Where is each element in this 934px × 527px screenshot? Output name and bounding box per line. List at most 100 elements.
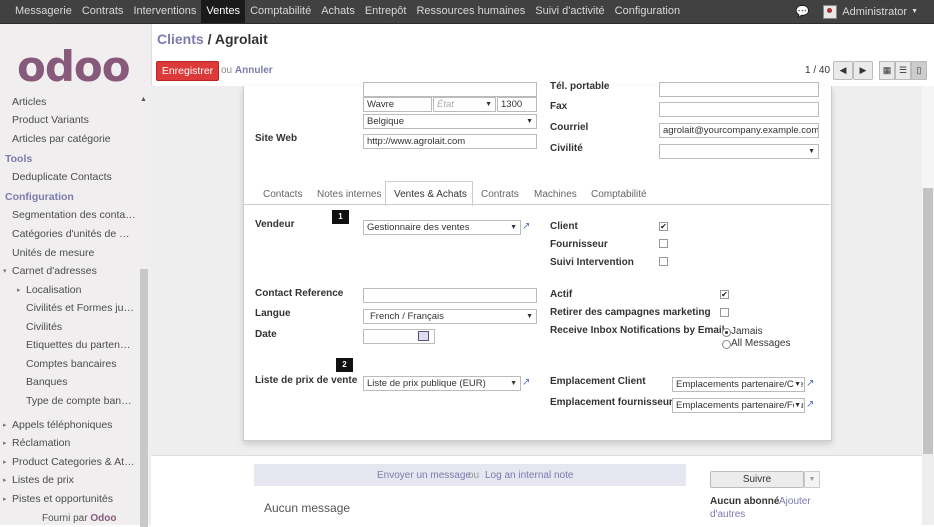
language-label: Langue [255,308,291,319]
follow-button[interactable]: Suivre [710,471,804,488]
country-field[interactable]: Belgique ▼ [363,114,537,129]
external-link-icon[interactable]: ↗ [522,222,533,232]
prev-record-button[interactable]: ◀ [833,61,853,80]
top-menu-item[interactable]: Suivi d'activité [530,0,609,23]
sidebar-item[interactable]: Articles [12,96,136,108]
customer-location-field[interactable]: Emplacements partenaire/Clients ▼ [672,377,805,392]
external-link-icon[interactable]: ↗ [522,378,533,388]
tab-item[interactable]: Notes internes [317,189,381,200]
save-button[interactable]: Enregistrer [156,61,219,81]
sidebar-item[interactable]: Product Categories & Attributes [12,456,136,468]
tab-item[interactable]: Machines [534,189,577,200]
sidebar-item[interactable]: Réclamation [12,437,136,449]
supplier-location-field[interactable]: Emplacements partenaire/Fournisseurs▼ [672,398,805,413]
external-link-icon[interactable]: ↗ [806,379,817,389]
caret-right-icon[interactable]: ▸ [3,421,7,429]
sidebar-item[interactable]: Pistes et opportunités [12,493,136,505]
tab-item[interactable]: Contrats [481,189,519,200]
sidebar-item[interactable]: Unités de mesure [12,247,136,259]
sidebar-item[interactable]: Civilités [26,321,136,333]
caret-right-icon[interactable]: ▸ [17,286,21,294]
caret-down-icon[interactable]: ▾ [3,267,7,275]
chevron-down-icon: ▼ [485,101,492,108]
salesperson-field[interactable]: Gestionnaire des ventes ▼ [363,220,521,235]
radio-never[interactable] [722,328,731,337]
user-name[interactable]: Administrator [842,6,907,18]
sidebar-item[interactable]: Comptes bancaires [26,358,136,370]
pricelist-value: Liste de prix publique (EUR) [367,378,486,389]
sidebar-item[interactable]: Etiquettes du partenaire [26,339,136,351]
email-field[interactable]: agrolait@yourcompany.example.com [659,123,819,138]
tab-item[interactable]: Contacts [263,189,302,200]
top-menu-item[interactable]: Ressources humaines [411,0,530,23]
caret-right-icon[interactable]: ▸ [3,495,7,503]
follow-dropdown-button[interactable]: ▼ [804,471,820,488]
street2-field[interactable] [363,82,537,97]
caret-right-icon[interactable]: ▸ [3,458,7,466]
sidebar-item[interactable]: Civilités et Formes juridiques [26,302,136,314]
send-message-link[interactable]: Envoyer un message [377,470,471,481]
zip-field[interactable]: 1300 [497,97,537,112]
intervention-checkbox[interactable] [659,257,668,266]
supplier-label: Fournisseur [550,239,608,250]
main-scrollbar-thumb[interactable] [923,188,933,454]
radio-all-messages[interactable] [722,340,731,349]
sidebar-scrollbar[interactable] [140,269,148,527]
sidebar-item[interactable]: Articles par catégorie [12,133,136,145]
opt-out-checkbox[interactable] [720,308,729,317]
calendar-icon[interactable] [418,331,429,341]
tab-item[interactable]: Comptabilité [591,189,647,200]
top-menu-item[interactable]: Ventes [201,0,246,23]
user-menu[interactable]: 💬 Administrator ▼ [796,0,918,23]
sidebar-item[interactable]: Banques [26,376,136,388]
add-followers-link[interactable]: Ajouter [779,496,811,507]
fax-field[interactable] [659,102,819,117]
add-followers-link-cont[interactable]: d'autres [710,509,745,520]
footer-brand[interactable]: Odoo [90,513,116,524]
breadcrumb: Clients / Agrolait [157,31,268,47]
form-view-button[interactable]: ▯ [911,61,927,80]
sidebar-item[interactable]: Segmentation des contacts [12,209,136,221]
top-menu-item[interactable]: Contrats [77,0,129,23]
contact-reference-field[interactable] [363,288,537,303]
footer-prefix: Fourni par [42,513,88,524]
cancel-link[interactable]: Annuler [235,65,273,76]
sidebar-item[interactable]: Localisation [26,284,136,296]
city-field[interactable]: Wavre [363,97,432,112]
state-field[interactable]: État ▼ [433,97,496,112]
next-record-button[interactable]: ▶ [853,61,873,80]
sidebar-item[interactable]: Deduplicate Contacts [12,171,136,183]
language-field[interactable]: French / Français ▼ [363,309,537,324]
customer-checkbox[interactable]: ✔ [659,222,668,231]
sidebar-item[interactable]: Type de compte bancaire [26,395,136,407]
top-menu-item[interactable]: Interventions [128,0,201,23]
sidebar-item[interactable]: Listes de prix [12,474,136,486]
caret-right-icon[interactable]: ▸ [3,439,7,447]
website-label: Site Web [255,133,298,144]
grid-icon: ▦ [882,65,892,75]
sidebar-item[interactable]: Appels téléphoniques [12,419,136,431]
active-checkbox[interactable]: ✔ [720,290,729,299]
list-view-button[interactable]: ☰ [895,61,911,80]
top-menu-item[interactable]: Configuration [610,0,685,23]
top-menu-item[interactable]: Comptabilité [245,0,316,23]
mobile-field[interactable] [659,82,819,97]
top-menu-item[interactable]: Entrepôt [360,0,412,23]
supplier-checkbox[interactable] [659,239,668,248]
title-field[interactable]: ▼ [659,144,819,159]
breadcrumb-parent[interactable]: Clients [157,31,204,47]
sidebar-item[interactable]: Product Variants [12,114,136,126]
tab-item[interactable]: Ventes & Achats [394,189,467,200]
kanban-view-button[interactable]: ▦ [879,61,895,80]
caret-right-icon[interactable]: ▸ [3,476,7,484]
chat-icon[interactable]: 💬 [796,5,810,18]
log-note-link[interactable]: Log an internal note [485,470,573,481]
sidebar-item[interactable]: Carnet d'adresses [12,265,136,277]
top-menu-item[interactable]: Achats [316,0,360,23]
pricelist-field[interactable]: Liste de prix publique (EUR) ▼ [363,376,521,391]
top-menu-item[interactable]: Messagerie [10,0,77,23]
sidebar-item[interactable]: Catégories d'unités de mesure [12,228,136,240]
website-field[interactable]: http://www.agrolait.com [363,134,537,149]
external-link-icon[interactable]: ↗ [806,400,817,410]
scroll-up-arrow-icon[interactable]: ▲ [140,96,147,103]
